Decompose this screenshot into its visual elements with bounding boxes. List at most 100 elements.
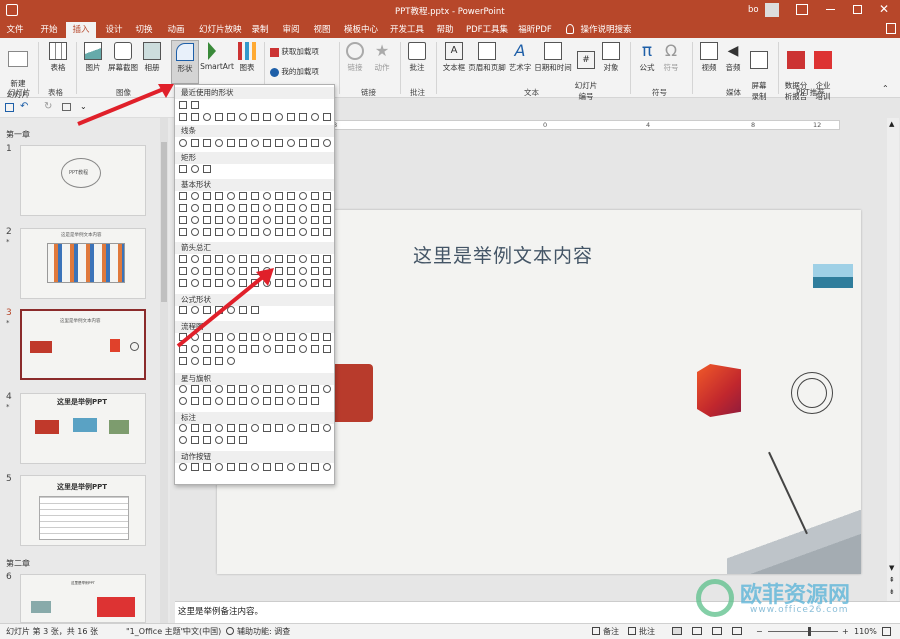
wordart-button[interactable]: A 艺术字 bbox=[506, 42, 534, 73]
shape-option[interactable] bbox=[311, 279, 319, 287]
action-button[interactable]: ★ 动作 bbox=[371, 42, 393, 73]
shape-option[interactable] bbox=[323, 255, 331, 263]
close-icon[interactable]: ✕ bbox=[879, 2, 889, 16]
shape-option[interactable] bbox=[179, 228, 187, 236]
shape-option[interactable] bbox=[287, 255, 295, 263]
shape-option[interactable] bbox=[323, 113, 331, 121]
shape-option[interactable] bbox=[263, 216, 271, 224]
shape-option[interactable] bbox=[287, 204, 295, 212]
shape-option[interactable] bbox=[179, 397, 187, 405]
shape-option[interactable] bbox=[311, 397, 319, 405]
shape-option[interactable] bbox=[179, 101, 187, 109]
shape-option[interactable] bbox=[323, 139, 331, 147]
redo-icon[interactable]: ↻ bbox=[44, 101, 52, 112]
shape-option[interactable] bbox=[215, 139, 223, 147]
video-button[interactable]: 视频 bbox=[698, 42, 720, 73]
shape-option[interactable] bbox=[227, 216, 235, 224]
shape-option[interactable] bbox=[239, 192, 247, 200]
shape-option[interactable] bbox=[239, 139, 247, 147]
shape-option[interactable] bbox=[275, 397, 283, 405]
shape-option[interactable] bbox=[287, 385, 295, 393]
shape-option[interactable] bbox=[191, 165, 199, 173]
shape-option[interactable] bbox=[191, 192, 199, 200]
shape-option[interactable] bbox=[299, 463, 307, 471]
slide-thumbnail[interactable]: PPT教程 bbox=[20, 145, 146, 216]
language-indicator[interactable]: 中文(中国) bbox=[183, 624, 221, 639]
header-footer-button[interactable]: 页眉和页脚 bbox=[468, 42, 506, 73]
zoom-out-icon[interactable]: − bbox=[756, 624, 763, 639]
shape-option[interactable] bbox=[215, 228, 223, 236]
slide-title[interactable]: 这里是举例文本内容 bbox=[413, 241, 593, 268]
shape-option[interactable] bbox=[227, 204, 235, 212]
tab-insert[interactable]: 插入 bbox=[66, 22, 96, 38]
slide-number-button[interactable]: # 幻灯片 编号 bbox=[572, 42, 600, 102]
equation-button[interactable]: π 公式 bbox=[636, 42, 658, 73]
photo-album-button[interactable]: 相册 bbox=[140, 42, 164, 73]
shape-option[interactable] bbox=[311, 204, 319, 212]
shape-option[interactable] bbox=[239, 385, 247, 393]
shape-option[interactable] bbox=[311, 113, 319, 121]
shape-option[interactable] bbox=[227, 397, 235, 405]
shape-option[interactable] bbox=[299, 216, 307, 224]
tell-me-search[interactable]: 操作说明搜索 bbox=[580, 22, 632, 38]
shape-option[interactable] bbox=[179, 192, 187, 200]
tab-template[interactable]: 模板中心 bbox=[343, 22, 379, 38]
shape-option[interactable] bbox=[203, 463, 211, 471]
scroll-down-icon[interactable]: ▼ bbox=[889, 564, 894, 572]
screenshot-button[interactable]: 屏幕截图 bbox=[106, 42, 140, 73]
shape-option[interactable] bbox=[311, 228, 319, 236]
shape-option[interactable] bbox=[227, 436, 235, 444]
tab-home[interactable]: 开始 bbox=[38, 22, 60, 38]
shape-option[interactable] bbox=[263, 113, 271, 121]
shape-option[interactable] bbox=[299, 333, 307, 341]
shape-option[interactable] bbox=[275, 216, 283, 224]
shape-option[interactable] bbox=[239, 436, 247, 444]
shape-option[interactable] bbox=[203, 204, 211, 212]
shape-option[interactable] bbox=[203, 397, 211, 405]
shape-option[interactable] bbox=[275, 463, 283, 471]
shape-option[interactable] bbox=[251, 192, 259, 200]
shape-option[interactable] bbox=[323, 267, 331, 275]
notes-text[interactable]: 这里是举例备注内容。 bbox=[178, 607, 263, 617]
shape-option[interactable] bbox=[179, 424, 187, 432]
shape-option[interactable] bbox=[215, 463, 223, 471]
shape-option[interactable] bbox=[323, 279, 331, 287]
landscape-picture[interactable] bbox=[813, 264, 853, 288]
shape-option[interactable] bbox=[203, 113, 211, 121]
tab-record[interactable]: 录制 bbox=[249, 22, 271, 38]
tab-view[interactable]: 视图 bbox=[311, 22, 333, 38]
shape-option[interactable] bbox=[311, 345, 319, 353]
shape-option[interactable] bbox=[179, 165, 187, 173]
shape-option[interactable] bbox=[191, 463, 199, 471]
shape-option[interactable] bbox=[311, 216, 319, 224]
object-button[interactable]: 对象 bbox=[600, 42, 622, 73]
office-logo[interactable] bbox=[697, 364, 741, 417]
shape-option[interactable] bbox=[323, 216, 331, 224]
audio-button[interactable]: ◀ 音频 bbox=[722, 42, 744, 73]
shape-option[interactable] bbox=[311, 385, 319, 393]
shape-option[interactable] bbox=[275, 424, 283, 432]
shape-option[interactable] bbox=[215, 385, 223, 393]
shape-option[interactable] bbox=[287, 113, 295, 121]
shape-option[interactable] bbox=[215, 113, 223, 121]
shape-option[interactable] bbox=[239, 228, 247, 236]
undo-icon[interactable]: ↶ bbox=[20, 101, 28, 112]
shape-option[interactable] bbox=[263, 139, 271, 147]
shape-option[interactable] bbox=[239, 216, 247, 224]
shape-option[interactable] bbox=[203, 385, 211, 393]
shape-option[interactable] bbox=[215, 397, 223, 405]
shape-option[interactable] bbox=[263, 204, 271, 212]
shape-option[interactable] bbox=[239, 397, 247, 405]
collapse-ribbon-icon[interactable]: ⌃ bbox=[882, 84, 889, 93]
shape-option[interactable] bbox=[191, 204, 199, 212]
shape-option[interactable] bbox=[263, 192, 271, 200]
shape-option[interactable] bbox=[299, 139, 307, 147]
table-button[interactable]: 表格 bbox=[44, 42, 72, 73]
shape-option[interactable] bbox=[323, 345, 331, 353]
slide-thumbnail-selected[interactable]: 这里是举例文本内容 bbox=[20, 309, 146, 380]
shape-option[interactable] bbox=[227, 113, 235, 121]
shape-option[interactable] bbox=[263, 424, 271, 432]
reading-view-icon[interactable] bbox=[712, 627, 722, 635]
shape-option[interactable] bbox=[323, 333, 331, 341]
save-icon[interactable] bbox=[5, 103, 14, 112]
